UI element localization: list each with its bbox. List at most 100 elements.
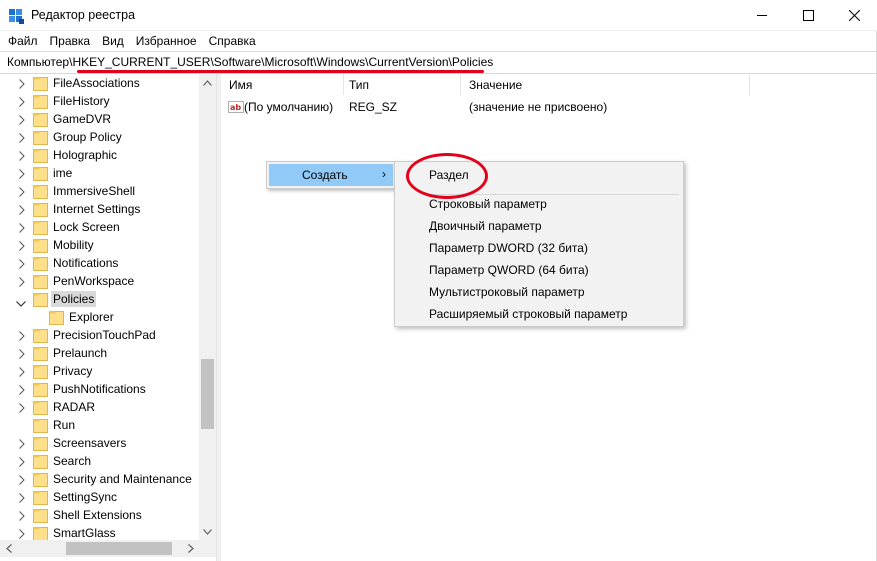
tree-item[interactable]: GameDVR	[0, 110, 200, 128]
address-path[interactable]: Компьютер\HKEY_CURRENT_USER\Software\Mic…	[7, 55, 493, 69]
chevron-right-icon[interactable]	[19, 402, 29, 414]
value-row[interactable]: ab (По умолчанию) REG_SZ (значение не пр…	[221, 98, 821, 116]
tree-item[interactable]: Notifications	[0, 254, 200, 272]
submenu-item-qword[interactable]: Параметр QWORD (64 бита)	[397, 259, 681, 281]
chevron-right-icon[interactable]	[19, 528, 29, 540]
chevron-right-icon[interactable]	[19, 438, 29, 450]
tree-item[interactable]: Holographic	[0, 146, 200, 164]
close-button[interactable]	[831, 0, 877, 31]
tree-item[interactable]: PrecisionTouchPad	[0, 326, 200, 344]
tree-item[interactable]: Search	[0, 452, 200, 470]
submenu-item-multistring[interactable]: Мультистроковый параметр	[397, 281, 681, 303]
scroll-up-icon[interactable]	[199, 74, 216, 91]
tree-item-label: RADAR	[53, 400, 96, 414]
chevron-right-icon[interactable]	[19, 132, 29, 144]
tree-item[interactable]: ime	[0, 164, 200, 182]
chevron-right-icon[interactable]	[19, 114, 29, 126]
tree-horizontal-scrollbar[interactable]	[0, 540, 199, 557]
chevron-right-icon[interactable]	[19, 222, 29, 234]
chevron-right-icon[interactable]	[19, 150, 29, 162]
tree-item[interactable]: FileHistory	[0, 92, 200, 110]
chevron-right-icon[interactable]	[19, 240, 29, 252]
tree-item-label: GameDVR	[53, 112, 112, 126]
tree-item[interactable]: RADAR	[0, 398, 200, 416]
minimize-button[interactable]	[739, 0, 785, 31]
submenu-item-key[interactable]: Раздел	[397, 164, 681, 186]
tree-item[interactable]: Mobility	[0, 236, 200, 254]
chevron-right-icon[interactable]	[19, 168, 29, 180]
menu-favorites[interactable]: Избранное	[131, 31, 204, 51]
tree-item-label: Notifications	[53, 256, 119, 270]
tree-horizontal-scroll-thumb[interactable]	[66, 542, 172, 555]
chevron-right-icon[interactable]	[19, 492, 29, 504]
folder-icon	[33, 219, 48, 235]
tree-item[interactable]: FileAssociations	[0, 74, 200, 92]
chevron-right-icon[interactable]	[19, 348, 29, 360]
tree-vertical-scroll-thumb[interactable]	[201, 359, 214, 429]
chevron-right-icon[interactable]	[19, 276, 29, 288]
submenu-item-label: Строковый параметр	[429, 197, 547, 211]
scroll-down-icon[interactable]	[199, 523, 216, 540]
chevron-right-icon[interactable]	[19, 366, 29, 378]
tree-item[interactable]: ImmersiveShell	[0, 182, 200, 200]
tree-vertical-scrollbar[interactable]	[199, 74, 216, 540]
menu-item-create[interactable]: Создать ›	[269, 164, 393, 186]
tree-item[interactable]: Policies	[0, 290, 200, 308]
tree-item[interactable]: Explorer	[0, 308, 200, 326]
folder-icon	[33, 471, 48, 487]
maximize-button[interactable]	[785, 0, 831, 31]
chevron-right-icon[interactable]	[19, 258, 29, 270]
chevron-right-icon[interactable]	[19, 186, 29, 198]
menu-file[interactable]: Файл	[3, 31, 45, 51]
folder-icon	[33, 129, 48, 145]
submenu-item-string[interactable]: Строковый параметр	[397, 193, 681, 215]
chevron-right-icon[interactable]	[19, 204, 29, 216]
tree-item[interactable]: PushNotifications	[0, 380, 200, 398]
tree-item[interactable]: Privacy	[0, 362, 200, 380]
folder-icon	[33, 507, 48, 523]
chevron-right-icon[interactable]	[19, 330, 29, 342]
tree-item-label: FileHistory	[53, 94, 110, 108]
close-icon	[848, 10, 860, 21]
chevron-right-icon[interactable]	[19, 78, 29, 90]
menu-edit[interactable]: Правка	[45, 31, 98, 51]
menu-help[interactable]: Справка	[204, 31, 263, 51]
tree-item-label: Security and Maintenance	[53, 472, 192, 486]
tree-item[interactable]: Group Policy	[0, 128, 200, 146]
column-header-type[interactable]: Тип	[341, 74, 461, 95]
tree-item[interactable]: Shell Extensions	[0, 506, 200, 524]
tree-item[interactable]: Internet Settings	[0, 200, 200, 218]
scroll-left-icon[interactable]	[0, 540, 17, 557]
folder-icon	[49, 309, 64, 325]
scroll-right-icon[interactable]	[182, 540, 199, 557]
tree-item[interactable]: Lock Screen	[0, 218, 200, 236]
folder-icon	[33, 525, 48, 541]
chevron-right-icon[interactable]	[19, 384, 29, 396]
scrollbar-corner	[199, 540, 216, 557]
folder-icon	[33, 327, 48, 343]
submenu-item-expandable-string[interactable]: Расширяемый строковый параметр	[397, 303, 681, 325]
tree-item-label: Mobility	[53, 238, 94, 252]
tree-item[interactable]: Screensavers	[0, 434, 200, 452]
folder-icon	[33, 291, 48, 307]
tree-item[interactable]: Run	[0, 416, 200, 434]
chevron-right-icon[interactable]	[19, 510, 29, 522]
tree-item[interactable]: SettingSync	[0, 488, 200, 506]
chevron-right-icon[interactable]	[19, 96, 29, 108]
submenu-item-dword[interactable]: Параметр DWORD (32 бита)	[397, 237, 681, 259]
folder-icon	[33, 345, 48, 361]
column-header-data[interactable]: Значение	[461, 74, 750, 95]
tree-item[interactable]: PenWorkspace	[0, 272, 200, 290]
chevron-right-icon[interactable]	[19, 474, 29, 486]
folder-icon	[33, 201, 48, 217]
menu-view[interactable]: Вид	[97, 31, 131, 51]
chevron-right-icon[interactable]	[19, 456, 29, 468]
folder-icon	[33, 75, 48, 91]
submenu-item-label: Параметр QWORD (64 бита)	[429, 263, 589, 277]
folder-icon	[33, 417, 48, 433]
submenu-item-binary[interactable]: Двоичный параметр	[397, 215, 681, 237]
tree-item[interactable]: Prelaunch	[0, 344, 200, 362]
column-header-name[interactable]: Имя	[221, 74, 344, 95]
chevron-down-icon[interactable]	[16, 296, 26, 308]
tree-item[interactable]: Security and Maintenance	[0, 470, 200, 488]
